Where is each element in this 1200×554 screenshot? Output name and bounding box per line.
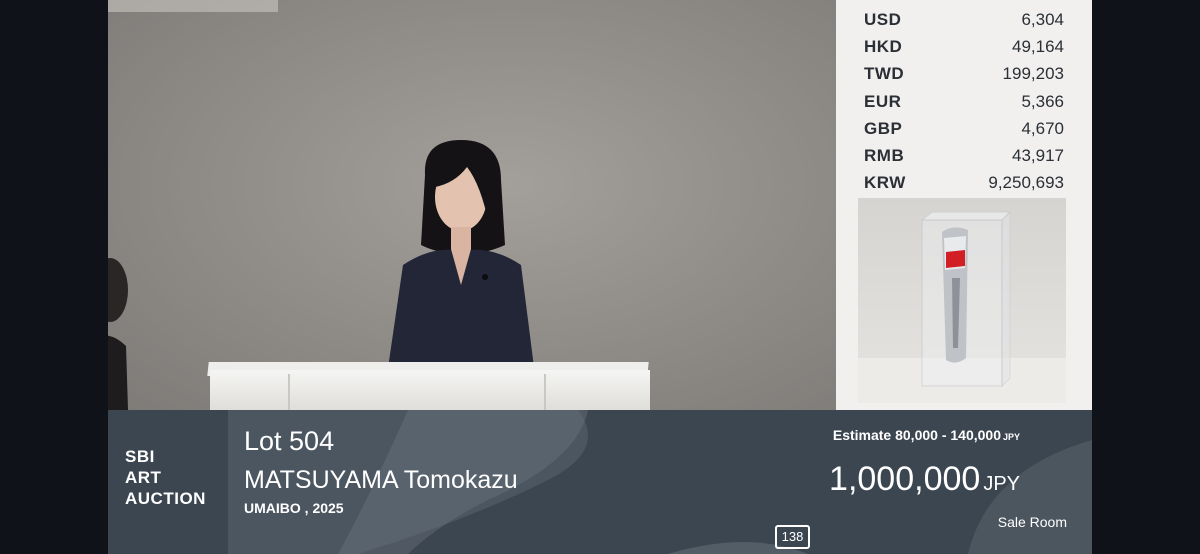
- rate-row-krw: KRW 9,250,693: [864, 170, 1064, 197]
- side-person-silhouette: [108, 258, 128, 410]
- work-title: UMAIBO , 2025: [244, 500, 344, 516]
- currency-value: 4,670: [1021, 118, 1064, 138]
- currency-value: 43,917: [1012, 146, 1064, 166]
- rate-row-twd: TWD 199,203: [864, 61, 1064, 88]
- lot-info-bar: SBI ART AUCTION Lot 504 MATSUYAMA Tomoka…: [108, 410, 1092, 554]
- rate-row-eur: EUR 5,366: [864, 88, 1064, 115]
- lot-counter-badge: 138: [775, 525, 810, 549]
- rate-row-rmb: RMB 43,917: [864, 142, 1064, 169]
- currency-code: GBP: [864, 118, 903, 138]
- artwork-image: [858, 210, 1066, 403]
- current-bid-currency: JPY: [983, 473, 1020, 495]
- currency-code: RMB: [864, 146, 905, 166]
- rate-row-hkd: HKD 49,164: [864, 33, 1064, 60]
- currency-value: 5,366: [1021, 91, 1064, 111]
- currency-panel: USD 6,304 HKD 49,164 TWD 199,203 EUR 5,3…: [836, 0, 1092, 410]
- currency-value: 6,304: [1021, 9, 1064, 29]
- auction-stream-frame: USD 6,304 HKD 49,164 TWD 199,203 EUR 5,3…: [108, 0, 1092, 554]
- logo-line: SBI: [125, 447, 155, 466]
- rate-row-gbp: GBP 4,670: [864, 115, 1064, 142]
- sbi-art-auction-logo: SBI ART AUCTION: [125, 446, 206, 509]
- lot-number: Lot 504: [244, 426, 335, 456]
- current-bid-amount: 1,000,000: [829, 460, 981, 498]
- currency-code: USD: [864, 9, 902, 29]
- currency-value: 49,164: [1012, 36, 1064, 56]
- currency-code: TWD: [864, 64, 905, 84]
- estimate-currency: JPY: [1002, 432, 1020, 442]
- rate-row-usd: USD 6,304: [864, 6, 1064, 33]
- current-bid: 1,000,000 JPY: [829, 460, 1020, 499]
- bid-source: Sale Room: [997, 514, 1067, 530]
- artwork-thumbnail: [858, 198, 1066, 403]
- currency-code: EUR: [864, 91, 902, 111]
- exchange-rate-list: USD 6,304 HKD 49,164 TWD 199,203 EUR 5,3…: [864, 6, 1064, 197]
- auctioneer-figure: [387, 140, 535, 375]
- live-video-feed: [108, 0, 836, 410]
- currency-code: KRW: [864, 173, 906, 193]
- podium-seam: [288, 374, 290, 410]
- currency-value: 199,203: [1002, 64, 1064, 84]
- podium-seam: [544, 374, 546, 410]
- artist-name: MATSUYAMA Tomokazu: [244, 466, 518, 494]
- estimate: Estimate 80,000 - 140,000 JPY: [833, 427, 1020, 443]
- logo-line: AUCTION: [125, 489, 206, 508]
- podium: [210, 370, 650, 410]
- logo-line: ART: [125, 468, 162, 487]
- estimate-range: Estimate 80,000 - 140,000: [832, 427, 1001, 443]
- currency-code: HKD: [864, 36, 903, 56]
- currency-value: 9,250,693: [988, 173, 1064, 193]
- video-top-bar: [108, 0, 278, 12]
